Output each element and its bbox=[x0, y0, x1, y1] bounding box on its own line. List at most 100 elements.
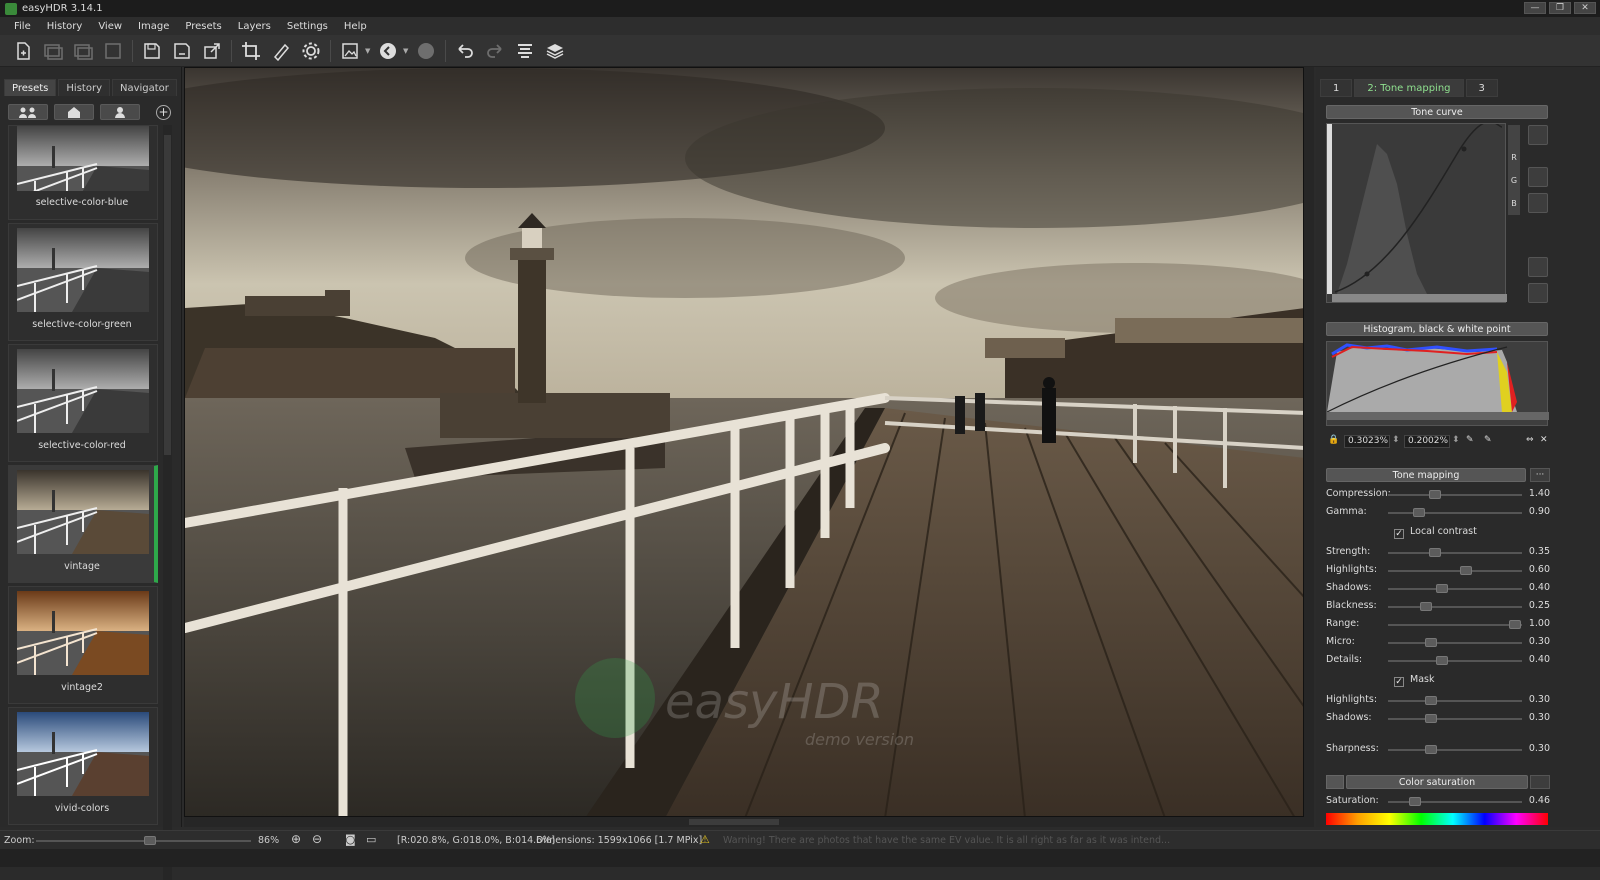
slider-knob[interactable] bbox=[1435, 656, 1448, 665]
export-icon[interactable] bbox=[197, 38, 227, 64]
slider-track[interactable] bbox=[1388, 714, 1522, 723]
eye-visibility-icon[interactable] bbox=[1326, 775, 1344, 789]
channel-g[interactable]: G bbox=[1508, 176, 1520, 185]
all-presets-filter-icon[interactable] bbox=[8, 104, 48, 120]
preset-list-scrollbar[interactable] bbox=[163, 125, 172, 880]
save-as-icon[interactable] bbox=[167, 38, 197, 64]
image-viewer[interactable]: easyHDR demo version bbox=[184, 67, 1304, 817]
curve-presets-list-icon[interactable] bbox=[1528, 125, 1548, 145]
zoom-slider[interactable] bbox=[36, 836, 251, 845]
slider-track[interactable] bbox=[1388, 638, 1522, 647]
curve-linear-icon[interactable] bbox=[1528, 257, 1548, 277]
histogram-header[interactable]: Histogram, black & white point bbox=[1326, 322, 1548, 336]
zoom-out-icon[interactable]: ⊖ bbox=[312, 832, 322, 846]
menu-view[interactable]: View bbox=[90, 21, 130, 32]
white-eyedropper-icon[interactable]: ✎ bbox=[1484, 435, 1492, 445]
lock-icon[interactable]: 🔒 bbox=[1328, 435, 1339, 445]
color-saturation-lock-icon[interactable] bbox=[1530, 775, 1550, 789]
slider-track[interactable] bbox=[1388, 584, 1522, 593]
menu-history[interactable]: History bbox=[39, 21, 91, 32]
slider-knob[interactable] bbox=[1424, 714, 1437, 723]
white-point-spinner-icon[interactable]: ⬍ bbox=[1452, 435, 1460, 445]
minimize-button[interactable]: — bbox=[1524, 2, 1546, 14]
menu-presets[interactable]: Presets bbox=[177, 21, 229, 32]
menu-help[interactable]: Help bbox=[336, 21, 375, 32]
black-point-spinner-icon[interactable]: ⬍ bbox=[1392, 435, 1400, 445]
preset-item[interactable]: vintage bbox=[8, 465, 158, 583]
tab-tone-mapping[interactable]: 2: Tone mapping bbox=[1354, 79, 1464, 97]
slider-track[interactable] bbox=[1388, 490, 1522, 499]
mask-checkbox[interactable]: ✓ Mask bbox=[1394, 674, 1434, 687]
slider-knob[interactable] bbox=[1435, 584, 1448, 593]
slider-track[interactable] bbox=[1388, 566, 1522, 575]
slider-track[interactable] bbox=[1388, 620, 1522, 629]
layers-icon[interactable] bbox=[540, 38, 570, 64]
slider-knob[interactable] bbox=[1459, 566, 1472, 575]
tone-mapping-menu-button[interactable]: ··· bbox=[1530, 468, 1550, 482]
tab-history[interactable]: History bbox=[58, 79, 110, 96]
slider-track[interactable] bbox=[1388, 508, 1522, 517]
slider-track[interactable] bbox=[1388, 656, 1522, 665]
builtin-presets-filter-icon[interactable] bbox=[54, 104, 94, 120]
curve-channel-selector[interactable]: R G B bbox=[1508, 125, 1520, 215]
tab-step-3[interactable]: 3 bbox=[1465, 79, 1498, 97]
forward-circle-icon[interactable] bbox=[411, 38, 441, 64]
slider-knob[interactable] bbox=[1424, 696, 1437, 705]
local-contrast-checkbox[interactable]: ✓ Local contrast bbox=[1394, 526, 1477, 539]
black-point-input[interactable]: 0.3023% bbox=[1344, 435, 1390, 448]
curve-reset-icon[interactable] bbox=[1528, 283, 1548, 303]
menu-file[interactable]: File bbox=[6, 21, 39, 32]
image-view-icon[interactable] bbox=[335, 38, 365, 64]
slider-track[interactable] bbox=[1388, 745, 1522, 754]
camera-icon[interactable]: ◙ bbox=[345, 833, 356, 846]
brush-icon[interactable] bbox=[266, 38, 296, 64]
zoom-in-icon[interactable]: ⊕ bbox=[291, 832, 301, 846]
crop-icon[interactable] bbox=[236, 38, 266, 64]
maximize-button[interactable]: ❐ bbox=[1549, 2, 1571, 14]
redo-icon[interactable] bbox=[480, 38, 510, 64]
user-presets-filter-icon[interactable] bbox=[100, 104, 140, 120]
tab-step-1[interactable]: 1 bbox=[1320, 79, 1353, 97]
batch-icon[interactable] bbox=[98, 38, 128, 64]
slider-knob[interactable] bbox=[1419, 602, 1432, 611]
histogram-graph[interactable] bbox=[1326, 341, 1549, 426]
preset-item[interactable]: selective-color-red bbox=[8, 344, 158, 462]
white-point-input[interactable]: 0.2002% bbox=[1404, 435, 1450, 448]
tone-mapping-header[interactable]: Tone mapping bbox=[1326, 468, 1526, 482]
slider-knob[interactable] bbox=[1408, 797, 1421, 806]
tone-curve-header[interactable]: Tone curve bbox=[1326, 105, 1548, 119]
chevron-down-icon[interactable]: ▼ bbox=[403, 47, 411, 55]
expand-icon[interactable]: ⇔ bbox=[1526, 435, 1534, 445]
slider-knob[interactable] bbox=[1424, 638, 1437, 647]
channel-r[interactable]: R bbox=[1508, 153, 1520, 162]
tab-navigator[interactable]: Navigator bbox=[111, 79, 177, 96]
preset-item[interactable]: vivid-colors bbox=[8, 707, 158, 825]
align-icon[interactable] bbox=[510, 38, 540, 64]
curve-s-shape-icon[interactable] bbox=[1528, 167, 1548, 187]
tab-presets[interactable]: Presets bbox=[4, 79, 57, 96]
zoom-slider-knob[interactable] bbox=[144, 836, 156, 845]
color-saturation-header[interactable]: Color saturation bbox=[1346, 775, 1528, 789]
black-eyedropper-icon[interactable]: ✎ bbox=[1466, 435, 1474, 445]
slider-knob[interactable] bbox=[1424, 745, 1437, 754]
add-preset-icon[interactable]: + bbox=[156, 105, 171, 120]
tone-curve-graph[interactable] bbox=[1326, 121, 1507, 303]
add-photo-icon[interactable] bbox=[38, 38, 68, 64]
collapse-icon[interactable]: ✕ bbox=[1540, 435, 1548, 445]
curve-soft-icon[interactable] bbox=[1528, 193, 1548, 213]
undo-icon[interactable] bbox=[450, 38, 480, 64]
monitor-icon[interactable]: ▭ bbox=[366, 833, 376, 846]
menu-layers[interactable]: Layers bbox=[230, 21, 279, 32]
viewer-vertical-scrollbar[interactable] bbox=[1304, 67, 1314, 827]
close-button[interactable]: ✕ bbox=[1574, 2, 1596, 14]
slider-track[interactable] bbox=[1388, 696, 1522, 705]
new-project-icon[interactable] bbox=[8, 38, 38, 64]
viewer-horizontal-scrollbar[interactable] bbox=[184, 817, 1304, 827]
slider-track[interactable] bbox=[1388, 797, 1522, 806]
preset-item[interactable]: selective-color-blue bbox=[8, 125, 158, 220]
preset-item[interactable]: vintage2 bbox=[8, 586, 158, 704]
channel-b[interactable]: B bbox=[1508, 199, 1520, 208]
chevron-down-icon[interactable]: ▼ bbox=[365, 47, 373, 55]
settings-gear-icon[interactable] bbox=[296, 38, 326, 64]
slider-knob[interactable] bbox=[1412, 508, 1425, 517]
